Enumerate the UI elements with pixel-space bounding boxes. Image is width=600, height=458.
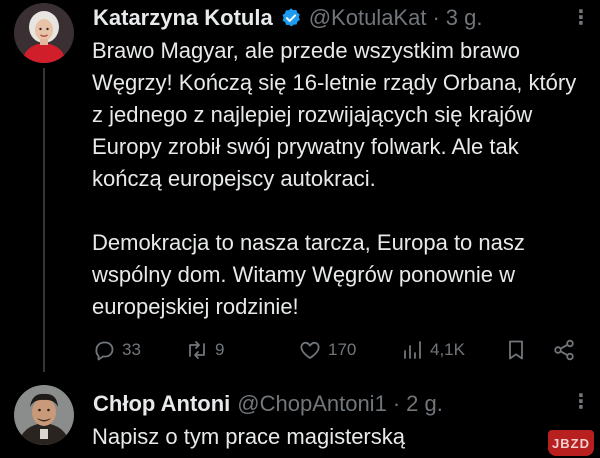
share-button[interactable] [552, 338, 576, 362]
reply-tweet-header: Chłop Antoni @ChopAntoni1 · 2 g. [93, 388, 443, 420]
repost-count: 9 [215, 340, 225, 359]
views-icon [404, 341, 421, 359]
reply-count: 33 [122, 340, 141, 359]
reply-author-handle[interactable]: @ChopAntoni1 [237, 391, 387, 417]
views-count: 4,1K [430, 340, 465, 359]
thread-connector-line [43, 68, 45, 372]
repost-button[interactable]: 9 [185, 338, 224, 362]
views-button[interactable]: 4,1K [400, 338, 465, 362]
author-name[interactable]: Katarzyna Kotula [93, 5, 273, 31]
more-options-icon[interactable]: ⋮ [571, 392, 591, 412]
tweet-timestamp[interactable]: 3 g. [446, 5, 483, 31]
repost-icon [189, 341, 205, 359]
like-button[interactable]: 170 [298, 338, 356, 362]
reply-icon [95, 341, 114, 361]
share-icon [554, 339, 574, 361]
reply-author-name[interactable]: Chłop Antoni [93, 391, 230, 417]
watermark-logo: JBZD [548, 430, 594, 456]
more-options-icon[interactable]: ⋮ [571, 8, 591, 28]
tweet-text-paragraph-2: Demokracja to nasza tarcza, Europa to na… [92, 230, 525, 319]
bookmark-button[interactable] [504, 338, 528, 362]
separator-dot: · [392, 391, 401, 416]
bookmark-icon [509, 340, 523, 360]
author-handle[interactable]: @KotulaKat [309, 5, 427, 31]
separator-dot: · [432, 5, 440, 30]
like-count: 170 [328, 340, 357, 359]
reply-button[interactable]: 33 [92, 338, 141, 362]
reply-timestamp[interactable]: 2 g. [406, 391, 443, 417]
tweet-action-bar: 33 9 170 4,1K [92, 334, 582, 368]
avatar-katarzyna-kotula[interactable] [14, 3, 74, 63]
like-icon [300, 341, 320, 359]
reply-tweet-text: Napisz o tym prace magisterską [92, 424, 405, 449]
avatar-chlop-antoni[interactable] [14, 385, 74, 445]
verified-badge-icon [280, 7, 302, 29]
tweet-text-paragraph-1: Brawo Magyar, ale przede wszystkim brawo… [92, 38, 577, 191]
tweet-header: Katarzyna Kotula @KotulaKat · 3 g. [93, 2, 482, 34]
